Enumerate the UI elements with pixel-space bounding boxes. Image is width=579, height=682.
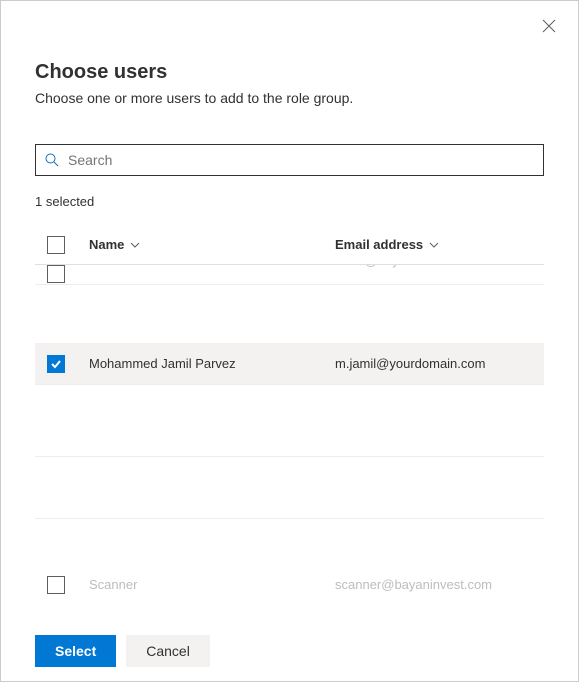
row-email: scanner@bayaninvest.com [335, 577, 544, 592]
select-button[interactable]: Select [35, 635, 116, 667]
table-row[interactable]: Scanner scanner@bayaninvest.com [35, 575, 544, 595]
dialog-footer: Select Cancel [1, 621, 578, 681]
row-name: Src Studies & Research [89, 265, 335, 268]
column-header-name[interactable]: Name [89, 237, 140, 252]
column-header-name-label: Name [89, 237, 124, 252]
row-email: trade@bayaninvest.com [335, 265, 544, 268]
page-subtitle: Choose one or more users to add to the r… [35, 90, 544, 106]
table-header: Name Email address [35, 225, 544, 265]
close-button[interactable] [538, 15, 560, 37]
row-email: m.jamil@yourdomain.com [335, 356, 544, 371]
selected-count: 1 selected [35, 194, 544, 209]
cancel-button[interactable]: Cancel [126, 635, 210, 667]
page-title: Choose users [35, 61, 544, 84]
column-header-email-label: Email address [335, 237, 423, 252]
close-icon [542, 19, 556, 33]
row-checkbox[interactable] [47, 265, 65, 283]
chevron-down-icon [130, 240, 140, 250]
check-icon [50, 358, 62, 370]
search-input[interactable] [68, 145, 535, 175]
search-icon [44, 152, 60, 168]
table-row[interactable] [35, 477, 544, 519]
table-row[interactable] [35, 415, 544, 457]
table-row-selected[interactable]: Mohammed Jamil Parvez m.jamil@yourdomain… [35, 343, 544, 385]
column-header-email[interactable]: Email address [335, 237, 439, 252]
search-box[interactable] [35, 144, 544, 176]
row-name: Mohammed Jamil Parvez [89, 356, 335, 371]
table-row[interactable]: Src Studies & Research trade@bayaninvest… [35, 265, 544, 285]
row-checkbox[interactable] [47, 576, 65, 594]
select-all-checkbox[interactable] [47, 236, 65, 254]
chevron-down-icon [429, 240, 439, 250]
user-list[interactable]: Src Studies & Research trade@bayaninvest… [35, 265, 544, 595]
row-name: Scanner [89, 577, 335, 592]
row-checkbox[interactable] [47, 355, 65, 373]
